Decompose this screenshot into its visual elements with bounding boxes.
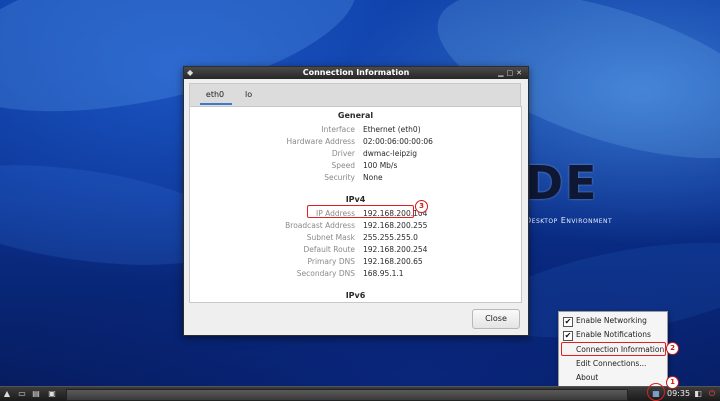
ipv6-heading: IPv6 bbox=[345, 291, 366, 300]
info-value: 192.168.200.65 bbox=[363, 257, 423, 266]
menu-item-label: Enable Notifications bbox=[576, 330, 651, 339]
interface-tabs: eth0 lo bbox=[189, 83, 521, 107]
close-icon[interactable]: ✕ bbox=[516, 69, 525, 77]
window-titlebar[interactable]: ◆ Connection Information ▁□✕ bbox=[184, 67, 528, 79]
taskbar: ▲ ▭ ▤ ▣ ▦ 09:35 ◧ ⏻ bbox=[0, 386, 720, 401]
connection-info-highlight bbox=[561, 342, 666, 356]
power-icon[interactable]: ⏻ bbox=[706, 388, 718, 400]
step-badge-1: 1 bbox=[666, 376, 679, 389]
info-value: 168.95.1.1 bbox=[363, 269, 404, 278]
info-key: Default Route bbox=[303, 245, 355, 254]
terminal-icon[interactable]: ▣ bbox=[45, 388, 59, 400]
info-row-security: Security None bbox=[190, 172, 521, 184]
checkbox-checked-icon[interactable]: ✔ bbox=[563, 317, 573, 327]
checkbox-checked-icon[interactable]: ✔ bbox=[563, 331, 573, 341]
info-key: Speed bbox=[331, 161, 355, 170]
info-key: Broadcast Address bbox=[285, 221, 355, 230]
menu-item-label: Edit Connections... bbox=[576, 359, 647, 368]
info-value: 192.168.200.254 bbox=[363, 245, 428, 254]
info-key: Subnet Mask bbox=[306, 233, 355, 242]
maximize-icon[interactable]: □ bbox=[507, 69, 517, 77]
menu-item-enable-notifications[interactable]: ✔ Enable Notifications bbox=[559, 328, 667, 342]
window-menu-icon[interactable]: ◆ bbox=[187, 67, 193, 79]
info-row-subnet-mask: Subnet Mask 255.255.255.0 bbox=[190, 232, 521, 244]
info-key: Security bbox=[324, 173, 355, 182]
info-row-driver: Driver dwmac-leipzig bbox=[190, 148, 521, 160]
info-key: Primary DNS bbox=[307, 257, 355, 266]
tray-network-highlight bbox=[647, 383, 665, 401]
window-controls: ▁□✕ bbox=[498, 67, 525, 79]
info-row-primary-dns: Primary DNS 192.168.200.65 bbox=[190, 256, 521, 268]
info-value: 192.168.200.255 bbox=[363, 221, 428, 230]
logo-subtitle: Desktop Environment bbox=[525, 216, 613, 225]
info-row-secondary-dns: Secondary DNS 168.95.1.1 bbox=[190, 268, 521, 280]
ipv4-heading: IPv4 bbox=[345, 195, 366, 204]
info-value: 255.255.255.0 bbox=[363, 233, 418, 242]
logo-letters: DE bbox=[525, 156, 599, 210]
start-menu-icon[interactable]: ▲ bbox=[2, 388, 12, 400]
info-key: Interface bbox=[321, 125, 355, 134]
info-row-speed: Speed 100 Mb/s bbox=[190, 160, 521, 172]
taskbar-clock[interactable]: 09:35 bbox=[667, 388, 690, 400]
info-key: Driver bbox=[331, 149, 355, 158]
menu-item-label: Enable Networking bbox=[576, 316, 647, 325]
info-value: 100 Mb/s bbox=[363, 161, 398, 170]
close-button[interactable]: Close bbox=[472, 309, 520, 329]
menu-item-edit-connections[interactable]: Edit Connections... bbox=[559, 357, 667, 371]
general-heading: General bbox=[337, 111, 374, 120]
step-badge-2: 2 bbox=[666, 342, 679, 355]
step-badge-3: 3 bbox=[415, 200, 428, 213]
info-value: None bbox=[363, 173, 383, 182]
info-value: Ethernet (eth0) bbox=[363, 125, 421, 134]
window-title: Connection Information bbox=[302, 68, 410, 77]
window-content: eth0 lo General Interface Ethernet (eth0… bbox=[189, 83, 522, 303]
menu-item-label: About bbox=[576, 373, 599, 382]
info-value: 02:00:06:00:00:06 bbox=[363, 137, 433, 146]
menu-item-enable-networking[interactable]: ✔ Enable Networking bbox=[559, 314, 667, 328]
show-desktop-icon[interactable]: ▭ bbox=[16, 388, 28, 400]
tab-eth0[interactable]: eth0 bbox=[200, 84, 232, 106]
info-row-hardware-address: Hardware Address 02:00:06:00:00:06 bbox=[190, 136, 521, 148]
info-row-default-route: Default Route 192.168.200.254 bbox=[190, 244, 521, 256]
taskbar-window-button[interactable] bbox=[66, 389, 628, 401]
info-key: Secondary DNS bbox=[296, 269, 355, 278]
volume-icon[interactable]: ◧ bbox=[692, 388, 704, 400]
connection-info-window: ◆ Connection Information ▁□✕ eth0 lo Gen… bbox=[183, 66, 529, 336]
info-key: Hardware Address bbox=[286, 137, 355, 146]
info-value: dwmac-leipzig bbox=[363, 149, 417, 158]
info-row-broadcast-address: Broadcast Address 192.168.200.255 bbox=[190, 220, 521, 232]
info-row-interface: Interface Ethernet (eth0) bbox=[190, 124, 521, 136]
minimize-icon[interactable]: ▁ bbox=[498, 69, 506, 77]
menu-item-about[interactable]: About bbox=[559, 371, 667, 385]
desktop-logo: DE Desktop Environment bbox=[525, 160, 612, 225]
ip-address-highlight bbox=[307, 205, 414, 218]
file-manager-icon[interactable]: ▤ bbox=[30, 388, 42, 400]
tab-lo[interactable]: lo bbox=[245, 84, 252, 106]
